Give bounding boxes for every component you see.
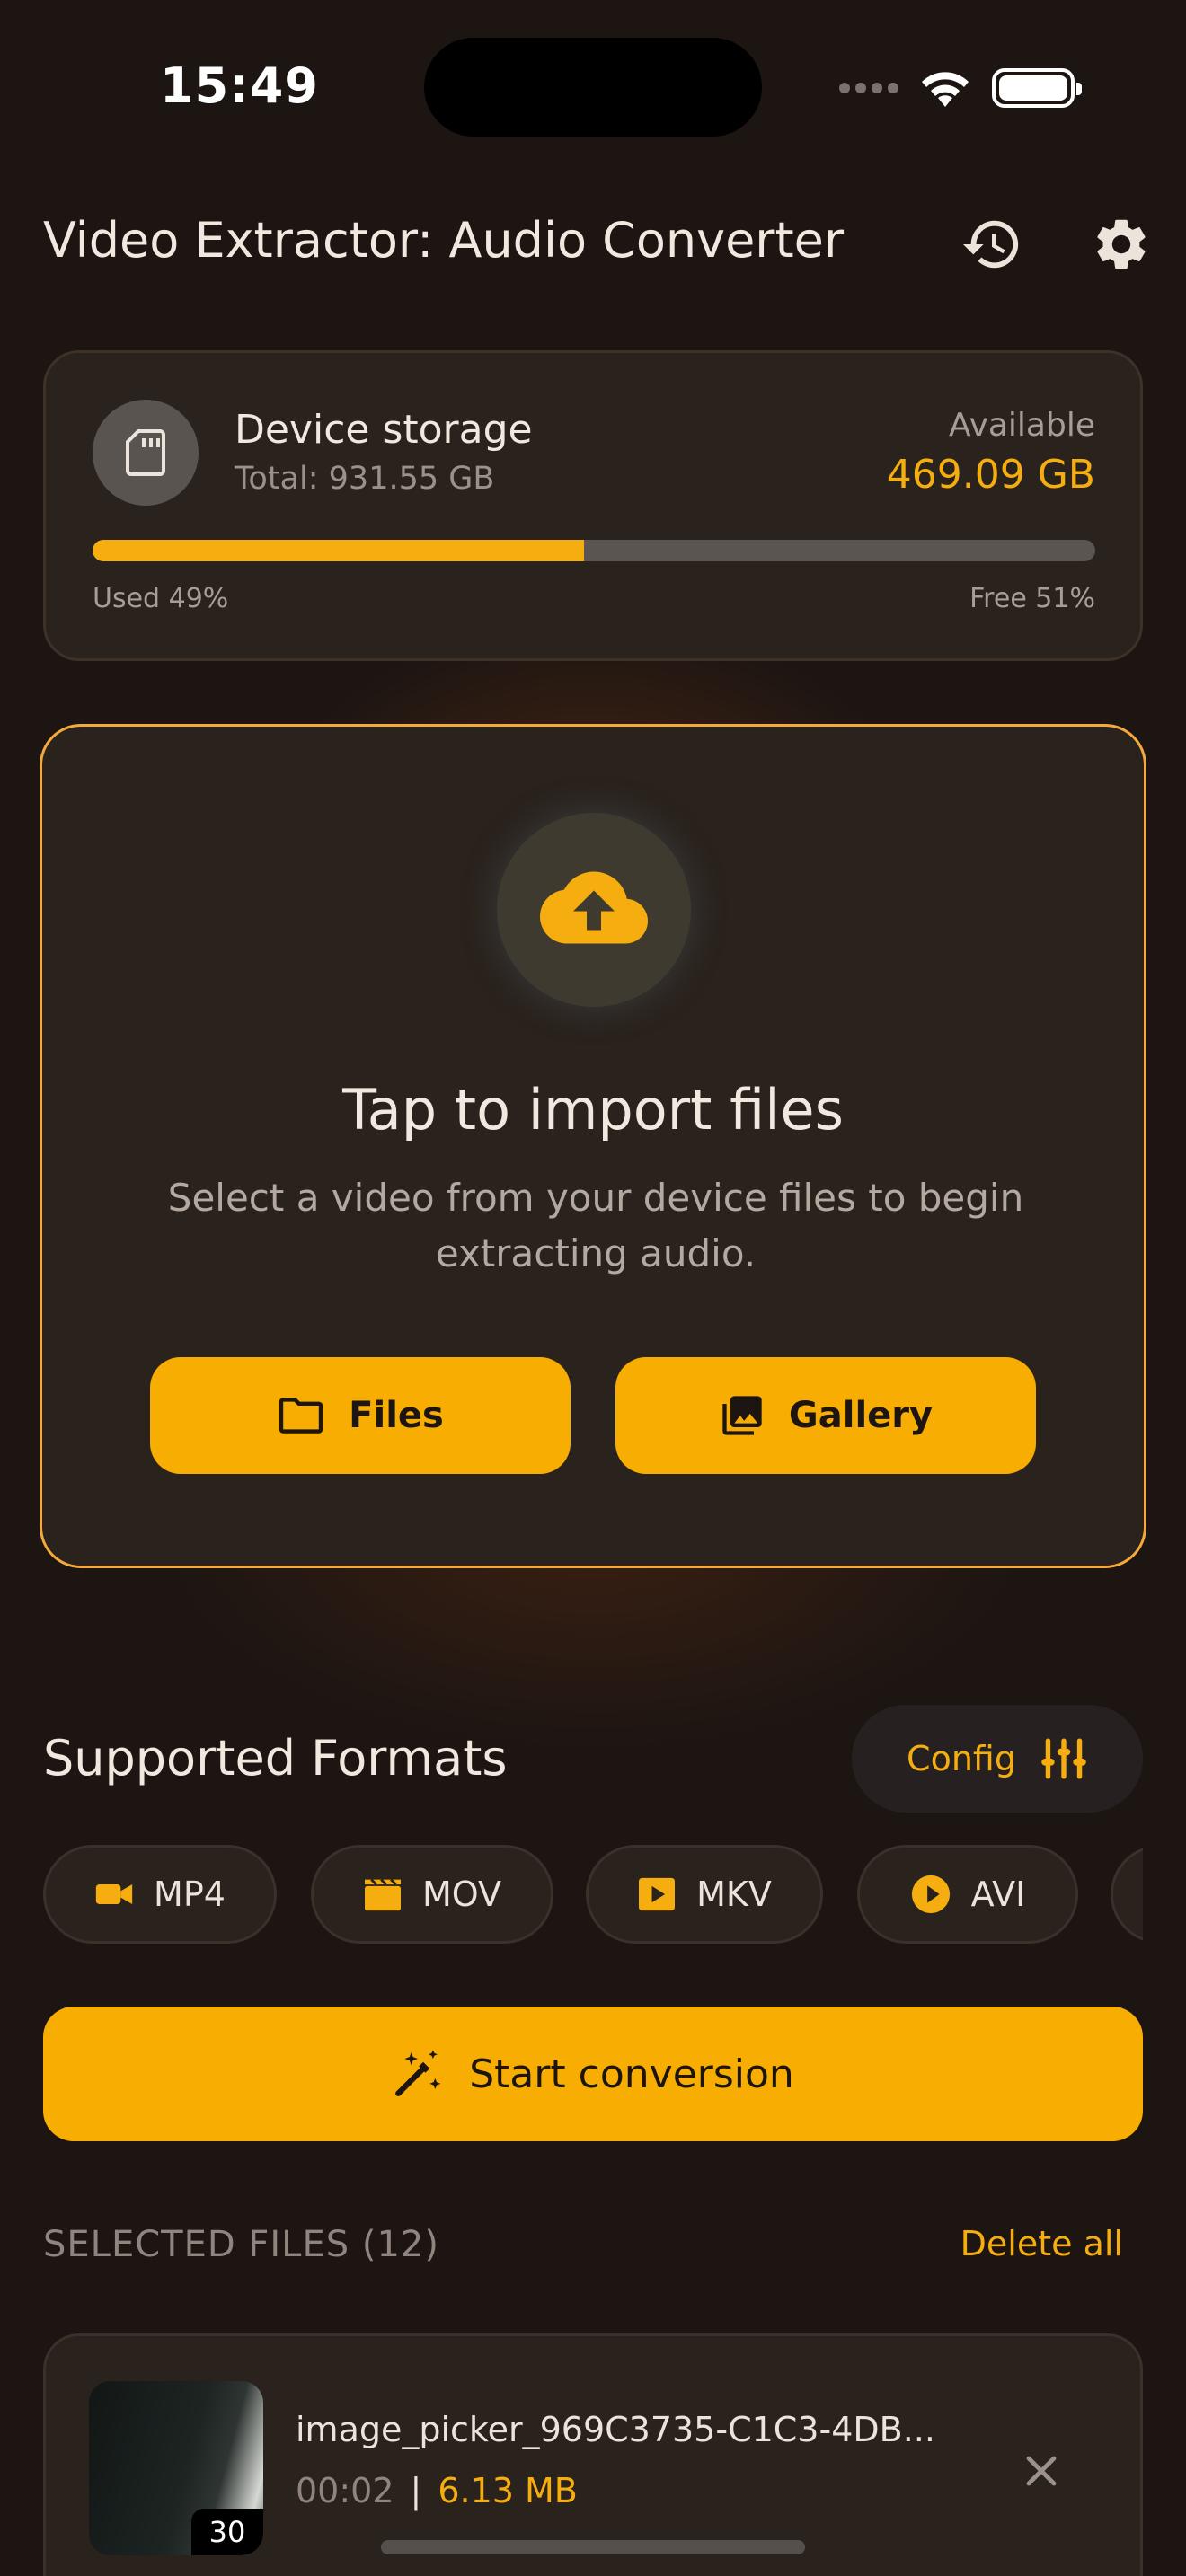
videocam-icon <box>95 1884 133 1904</box>
settings-button[interactable] <box>1085 208 1157 280</box>
formats-title: Supported Formats <box>43 1730 508 1786</box>
format-chip-label: MKV <box>696 1875 772 1914</box>
dynamic-island <box>424 38 762 137</box>
delete-all-button[interactable]: Delete all <box>960 2224 1123 2263</box>
storage-progress-bar <box>93 540 1095 561</box>
storage-card: Device storage Total: 931.55 GB Availabl… <box>43 350 1143 661</box>
format-chip-label: MP4 <box>154 1875 226 1914</box>
files-button[interactable]: Files <box>150 1357 571 1474</box>
import-subtitle: Select a video from your device files to… <box>167 1176 1024 1275</box>
cellular-icon <box>839 83 898 93</box>
app-title: Video Extractor: Audio Converter <box>43 212 845 269</box>
format-chip-more[interactable] <box>1111 1845 1143 1944</box>
gear-icon <box>1097 219 1146 269</box>
sliders-icon <box>1041 1738 1086 1779</box>
sd-card-icon <box>126 429 165 476</box>
files-button-label: Files <box>349 1395 444 1436</box>
config-button-label: Config <box>907 1739 1016 1778</box>
file-meta-separator: | <box>410 2471 422 2510</box>
file-name: image_picker_969C3735-C1C3-4DB... <box>296 2410 935 2449</box>
import-title: Tap to import files <box>342 1077 844 1142</box>
history-icon <box>962 220 1019 269</box>
wifi-icon <box>922 72 969 107</box>
format-chip-mov[interactable]: MOV <box>311 1845 553 1944</box>
gallery-button-label: Gallery <box>788 1395 934 1436</box>
format-chip-label: AVI <box>970 1875 1026 1914</box>
format-chip-avi[interactable]: AVI <box>857 1845 1078 1944</box>
free-label: Free 51% <box>969 583 1095 614</box>
start-conversion-label: Start conversion <box>469 2051 794 2097</box>
history-button[interactable] <box>956 208 1028 280</box>
remove-file-button[interactable] <box>1014 2444 1068 2498</box>
thumbnail-badge: 30 <box>191 2509 263 2555</box>
format-chip-label: MOV <box>421 1875 502 1914</box>
close-icon <box>1026 2456 1057 2486</box>
battery-icon <box>992 68 1082 108</box>
selected-files-title: SELECTED FILES (12) <box>43 2224 439 2265</box>
home-indicator[interactable] <box>381 2540 805 2554</box>
storage-total: Total: 931.55 GB <box>235 461 495 497</box>
available-value: 469.09 GB <box>886 452 1095 498</box>
storage-progress-fill <box>93 540 584 561</box>
video-thumbnail: 30 <box>89 2381 263 2555</box>
file-meta: 00:02 | 6.13 MB <box>296 2471 578 2510</box>
format-chip-mkv[interactable]: MKV <box>586 1845 823 1944</box>
play-box-icon <box>639 1877 676 1911</box>
format-chip-mp4[interactable]: MP4 <box>43 1845 277 1944</box>
folder-icon <box>279 1398 323 1434</box>
screen: 15:49 Video Extractor: Audio Converter D… <box>0 0 1186 2576</box>
used-label: Used 49% <box>93 583 229 614</box>
gallery-button[interactable]: Gallery <box>615 1357 1036 1474</box>
sd-card-icon-wrap <box>93 400 199 506</box>
format-chips[interactable]: MP4 MOV MKV AVI <box>43 1845 1143 1945</box>
upload-icon-wrap <box>497 813 691 1007</box>
config-button[interactable]: Config <box>852 1705 1143 1813</box>
file-duration: 00:02 <box>296 2471 394 2510</box>
status-icons <box>839 63 1082 113</box>
storage-title: Device storage <box>235 407 533 453</box>
cloud-upload-icon <box>540 871 648 944</box>
status-time: 15:49 <box>160 57 319 114</box>
clapperboard-icon <box>364 1878 401 1911</box>
magic-wand-icon <box>395 2050 441 2096</box>
file-size: 6.13 MB <box>438 2471 578 2510</box>
gallery-icon <box>722 1396 762 1435</box>
available-label: Available <box>949 407 1095 444</box>
import-dropzone[interactable]: Tap to import files Select a video from … <box>40 724 1146 1568</box>
start-conversion-button[interactable]: Start conversion <box>43 2007 1143 2141</box>
play-circle-icon <box>911 1875 950 1914</box>
